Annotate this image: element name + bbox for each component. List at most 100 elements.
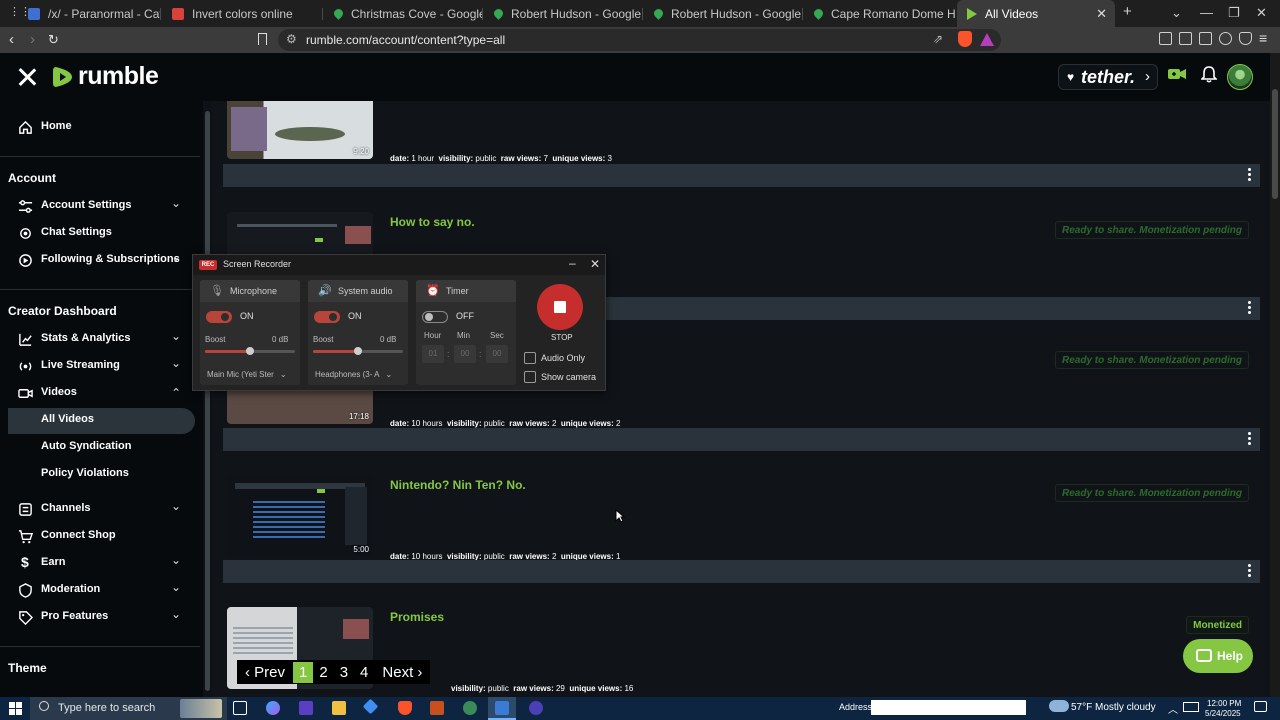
new-tab-button[interactable]: + bbox=[1123, 3, 1132, 20]
vpn-icon[interactable] bbox=[1239, 32, 1252, 45]
windows-start-icon[interactable] bbox=[9, 702, 22, 715]
help-button[interactable]: Help bbox=[1183, 639, 1253, 673]
microphone-device-select[interactable]: Main Mic (Yeti Ster ⌄ bbox=[207, 370, 287, 379]
taskbar-date[interactable]: 5/24/2025 bbox=[1205, 709, 1241, 718]
url-text[interactable]: rumble.com/account/content?type=all bbox=[306, 33, 505, 47]
sidebar-item-chat-settings[interactable]: Chat Settings bbox=[0, 221, 200, 247]
menu-icon[interactable]: ≡ bbox=[1259, 30, 1267, 46]
sidebar-item-channels[interactable]: Channels ⌄ bbox=[0, 497, 200, 523]
microphone-toggle[interactable] bbox=[206, 311, 232, 323]
sidebar-scrollbar[interactable] bbox=[203, 101, 212, 697]
page-3-button[interactable]: 3 bbox=[334, 662, 354, 683]
more-options-icon[interactable] bbox=[1248, 301, 1252, 316]
timer-toggle[interactable] bbox=[422, 311, 448, 323]
task-view-icon[interactable] bbox=[233, 701, 247, 715]
brave-rewards-icon[interactable] bbox=[980, 33, 994, 46]
go-live-camera-icon[interactable] bbox=[1167, 66, 1187, 82]
taskbar-search[interactable]: Type here to search bbox=[30, 697, 227, 720]
video-thumbnail[interactable]: 5:00 bbox=[227, 475, 373, 557]
wallet-icon[interactable] bbox=[1199, 32, 1212, 45]
url-bar[interactable]: ⚙ rumble.com/account/content?type=all ⇗ bbox=[278, 29, 1001, 51]
extensions-icon[interactable] bbox=[1159, 32, 1172, 45]
close-window-icon[interactable]: ✕ bbox=[1256, 5, 1267, 21]
app-icon[interactable] bbox=[529, 701, 543, 715]
tab-cape-romano[interactable]: Cape Romano Dome House - Goog bbox=[804, 0, 956, 27]
taskbar-address-input[interactable] bbox=[871, 700, 1026, 715]
keyboard-icon[interactable] bbox=[1183, 702, 1199, 712]
bookmark-icon[interactable] bbox=[258, 33, 267, 45]
more-options-icon[interactable] bbox=[1248, 564, 1252, 579]
tab-close-icon[interactable]: ✕ bbox=[1096, 6, 1107, 22]
rumble-logo-text[interactable]: rumble bbox=[78, 62, 159, 91]
leo-ai-icon[interactable] bbox=[1219, 32, 1232, 45]
system-audio-toggle[interactable] bbox=[314, 311, 340, 323]
site-info-icon[interactable]: ⚙ bbox=[286, 32, 297, 46]
system-tray-chevron-icon[interactable]: ︿ bbox=[1168, 701, 1178, 716]
sidebar-item-following[interactable]: Following & Subscriptions ⌄ bbox=[0, 248, 200, 274]
video-title[interactable]: Promises bbox=[390, 610, 444, 624]
app-icon[interactable] bbox=[430, 701, 444, 715]
show-camera-checkbox[interactable] bbox=[524, 371, 536, 383]
sidebar-item-connect-shop[interactable]: Connect Shop bbox=[0, 524, 200, 550]
next-page-button[interactable]: Next › bbox=[374, 662, 430, 683]
notifications-icon[interactable] bbox=[1254, 701, 1267, 712]
app-icon[interactable] bbox=[463, 701, 477, 715]
user-avatar[interactable] bbox=[1227, 64, 1253, 90]
recorder-title-bar[interactable]: REC Screen Recorder – ✕ bbox=[193, 255, 605, 275]
second-input[interactable]: 00 bbox=[486, 345, 508, 363]
minute-input[interactable]: 00 bbox=[454, 345, 476, 363]
video-thumbnail[interactable]: 9:20 bbox=[227, 101, 373, 159]
sidebar-item-auto-syndication[interactable]: Auto Syndication bbox=[0, 435, 200, 461]
slider-knob[interactable] bbox=[354, 347, 362, 355]
video-title[interactable]: How to say no. bbox=[390, 215, 475, 229]
back-icon[interactable]: ‹ bbox=[9, 31, 14, 48]
tether-button[interactable]: ♥ tether. › bbox=[1058, 64, 1158, 90]
video-title[interactable]: Nintendo? Nin Ten? No. bbox=[390, 478, 526, 492]
sidebar-item-moderation[interactable]: Moderation ⌄ bbox=[0, 578, 200, 604]
more-options-icon[interactable] bbox=[1248, 432, 1252, 447]
app-icon[interactable] bbox=[299, 701, 313, 715]
tab-robert-hudson-1[interactable]: Robert Hudson - Google Maps bbox=[484, 0, 642, 27]
minimize-window-icon[interactable]: — bbox=[1200, 5, 1213, 20]
brave-shields-icon[interactable] bbox=[958, 31, 972, 47]
tab-4chan[interactable]: /x/ - Paranormal - Catalog - 4chan bbox=[18, 0, 160, 27]
minimize-icon[interactable]: – bbox=[569, 256, 576, 270]
page-4-button[interactable]: 4 bbox=[354, 662, 374, 683]
slider-knob[interactable] bbox=[246, 347, 254, 355]
sidebar-item-live-streaming[interactable]: Live Streaming ⌄ bbox=[0, 354, 200, 380]
tab-search-icon[interactable]: ⌄ bbox=[1171, 5, 1182, 21]
brave-browser-icon[interactable] bbox=[398, 701, 412, 715]
page-1-button[interactable]: 1 bbox=[293, 661, 314, 683]
tab-christmas-cove[interactable]: Christmas Cove - Google Maps bbox=[324, 0, 482, 27]
hour-input[interactable]: 01 bbox=[422, 345, 444, 363]
more-options-icon[interactable] bbox=[1248, 168, 1252, 183]
file-explorer-icon[interactable] bbox=[332, 701, 346, 715]
restore-window-icon[interactable]: ❐ bbox=[1228, 5, 1240, 21]
tab-all-videos[interactable]: All Videos ✕ bbox=[957, 0, 1115, 27]
notifications-bell-icon[interactable] bbox=[1201, 65, 1217, 83]
sidebar-item-stats[interactable]: Stats & Analytics ⌄ bbox=[0, 327, 200, 353]
sidebar-item-videos[interactable]: Videos ⌄ bbox=[0, 381, 200, 407]
share-icon[interactable]: ⇗ bbox=[933, 32, 943, 46]
taskbar-weather[interactable]: 57°F Mostly cloudy bbox=[1071, 702, 1156, 713]
close-menu-icon[interactable] bbox=[18, 68, 36, 86]
page-scrollbar-thumb[interactable] bbox=[1272, 89, 1278, 199]
stop-recording-button[interactable] bbox=[537, 284, 583, 330]
sidebar-toggle-icon[interactable] bbox=[1179, 32, 1192, 45]
taskbar-active-app[interactable] bbox=[488, 697, 516, 720]
copilot-icon[interactable] bbox=[266, 701, 280, 715]
tab-robert-hudson-2[interactable]: Robert Hudson - Google Maps bbox=[644, 0, 802, 27]
sidebar-scrollbar-thumb[interactable] bbox=[205, 111, 210, 691]
microphone-boost-slider[interactable] bbox=[205, 347, 295, 355]
close-icon[interactable]: ✕ bbox=[590, 257, 600, 271]
system-audio-device-select[interactable]: Headphones (3- A ⌄ bbox=[315, 370, 392, 379]
sidebar-item-all-videos[interactable]: All Videos bbox=[8, 408, 195, 434]
tab-invert-colors[interactable]: Invert colors online bbox=[162, 0, 322, 27]
sidebar-item-home[interactable]: Home bbox=[0, 115, 200, 141]
audio-only-checkbox[interactable] bbox=[524, 352, 536, 364]
app-icon[interactable] bbox=[362, 698, 379, 715]
page-scrollbar[interactable] bbox=[1270, 53, 1280, 697]
sidebar-item-earn[interactable]: $ Earn ⌄ bbox=[0, 551, 200, 577]
page-2-button[interactable]: 2 bbox=[313, 662, 333, 683]
forward-icon[interactable]: › bbox=[30, 31, 35, 48]
